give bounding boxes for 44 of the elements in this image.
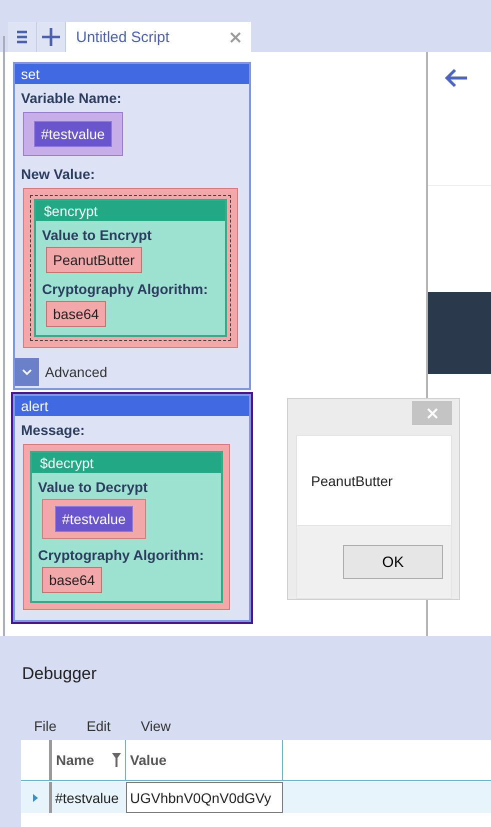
text-value[interactable]: base64 [46,301,106,327]
parameter-label: Message: [20,421,86,440]
parameter-label: Cryptography Algorithm: [41,280,209,299]
back-icon[interactable] [444,68,468,88]
panel-title: Debugger [22,664,97,683]
dialog-message: PeanutButter [311,472,393,489]
chevron-icon [22,368,32,376]
expand-icon[interactable] [32,794,38,802]
parameter-label: Value to Decrypt [37,478,149,497]
parameter-label: New Value: [20,165,96,184]
table-cell: UGVhbnV0QnV0dGVy [126,782,283,813]
variable-chip[interactable]: #testvalue [34,121,112,147]
menu-item[interactable]: View [130,718,181,734]
close-icon[interactable] [230,32,241,42]
close-icon [426,408,438,418]
script-tab[interactable]: Untitled Script [66,22,251,52]
column-header[interactable]: Name [52,740,126,780]
menu-button[interactable] [8,22,37,52]
expand-button[interactable] [15,358,39,386]
parameter-label: Variable Name: [20,89,122,108]
add-button[interactable] [37,22,66,52]
function-block[interactable]: $decrypt Value to Decrypt #testvalue Cryptography Algorithm: base64 [30,451,223,603]
table-row[interactable]: #testvalue UGVhbnV0QnV0dGVy [21,782,491,813]
command-block[interactable]: alert Message: $decrypt Value to Decrypt #testvalue Cryptography Algorithm: base64 [13,394,251,622]
menu-item[interactable]: Edit [76,718,121,734]
column-header[interactable]: Value [126,740,283,780]
table-cell-text: #testvalue [54,788,120,808]
block-title: alert [15,396,249,416]
block-title: set [15,64,249,84]
block-title: $encrypt [36,201,225,221]
variable-chip[interactable]: #testvalue [55,506,133,532]
filter-icon[interactable] [112,753,121,767]
parameter-label: Cryptography Algorithm: [37,546,205,565]
block-title: $decrypt [32,453,221,473]
text-value[interactable]: base64 [42,567,102,593]
text-value[interactable]: PeanutButter [46,247,142,273]
command-block[interactable]: set Variable Name: #testvalue New Value: $encrypt Value to Encrypt PeanutButter Cryptography Algorithm: base64 Advanced [13,62,251,390]
menu-icon [17,30,27,44]
plus-icon [42,28,60,46]
ok-button[interactable]: OK [343,545,443,580]
menu-item[interactable]: File [24,718,67,734]
parameter-label: Value to Encrypt [41,226,153,245]
function-block[interactable]: $encrypt Value to Encrypt PeanutButter Cryptography Algorithm: base64 [34,199,227,337]
advanced-label: Advanced [45,364,108,380]
